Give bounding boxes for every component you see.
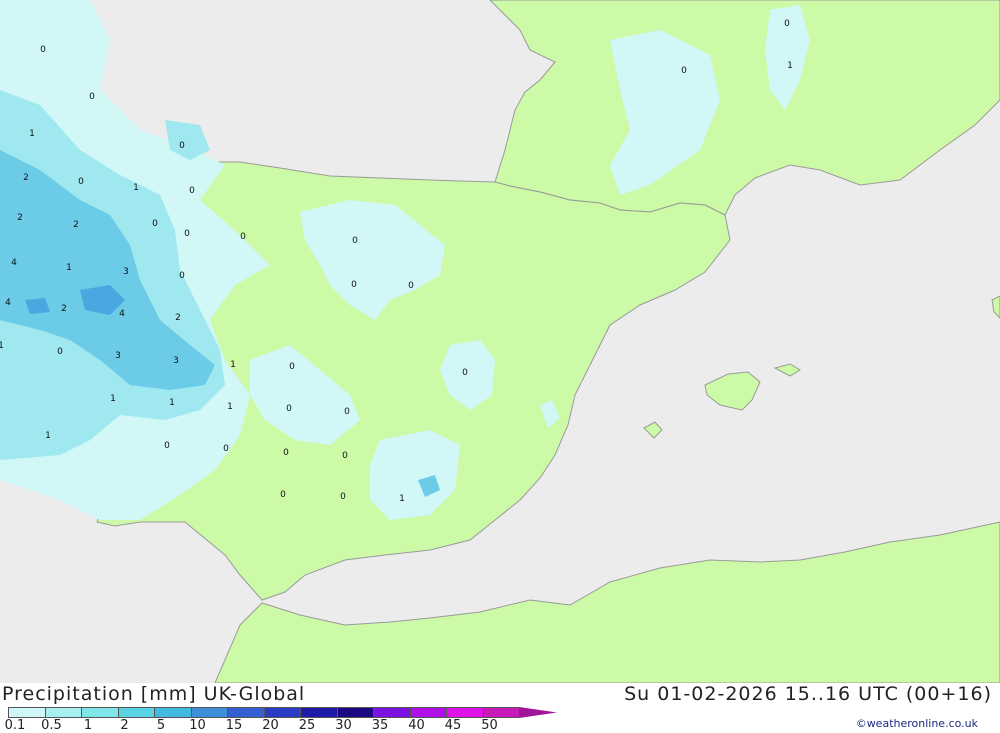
precip-value-label: 1 xyxy=(169,398,175,408)
precip-value-label: 0 xyxy=(40,45,46,55)
color-swatch xyxy=(263,707,300,718)
scale-tick-label: 35 xyxy=(371,718,389,733)
precip-value-label: 2 xyxy=(175,313,181,323)
scale-tick-label: 1 xyxy=(83,718,93,733)
scale-tick-label: 20 xyxy=(262,718,279,733)
precip-value-label: 0 xyxy=(78,177,84,187)
precip-value-label: 0 xyxy=(179,141,185,151)
legend-title: Precipitation [mm] UK-Global xyxy=(2,683,306,705)
precip-value-label: 1 xyxy=(110,394,116,404)
color-swatch xyxy=(117,707,154,718)
scale-tick-label: 40 xyxy=(408,718,425,733)
color-swatch xyxy=(44,707,81,718)
precip-value-label: 0 xyxy=(408,281,414,291)
precip-value-label: 2 xyxy=(17,213,23,223)
precip-value-label: 2 xyxy=(61,304,67,314)
color-swatch xyxy=(190,707,227,718)
precip-value-label: 0 xyxy=(286,404,292,414)
precip-value-label: 1 xyxy=(399,494,405,504)
forecast-timestamp: Su 01-02-2026 15..16 UTC (00+16) xyxy=(624,683,992,705)
precip-value-label: 1 xyxy=(0,341,4,351)
precip-value-label: 0 xyxy=(283,448,289,458)
color-swatch xyxy=(373,707,410,718)
precip-value-label: 0 xyxy=(57,347,63,357)
scale-tick-label: 0.1 xyxy=(4,718,26,733)
precip-value-label: 4 xyxy=(5,298,11,308)
precip-value-label: 2 xyxy=(23,173,29,183)
precip-value-label: 3 xyxy=(123,267,129,277)
precip-value-label: 0 xyxy=(89,92,95,102)
precip-value-label: 0 xyxy=(352,236,358,246)
precip-value-label: 1 xyxy=(230,360,236,370)
precip-value-label: 1 xyxy=(787,61,793,71)
precip-value-label: 0 xyxy=(681,66,687,76)
precip-value-label: 4 xyxy=(119,309,125,319)
precip-value-label: 0 xyxy=(351,280,357,290)
precip-value-label: 0 xyxy=(223,444,229,454)
color-swatch xyxy=(8,707,45,718)
precip-value-label: 1 xyxy=(66,263,72,273)
color-swatch xyxy=(336,707,373,718)
color-swatch xyxy=(227,707,264,718)
color-swatch xyxy=(81,707,118,718)
precip-value-label: 0 xyxy=(184,229,190,239)
scale-tick-label: 5 xyxy=(156,718,166,733)
precip-value-label: 0 xyxy=(342,451,348,461)
scale-tick-label: 50 xyxy=(481,718,498,733)
precip-value-label: 1 xyxy=(133,183,139,193)
precip-value-label: 1 xyxy=(227,402,233,412)
precip-value-label: 0 xyxy=(784,19,790,29)
scale-tick-label: 25 xyxy=(298,718,316,733)
precip-value-label: 0 xyxy=(189,186,195,196)
precipitation-map: 0 1 0 0 1 2 0 1 0 2 2 0 0 0 4 1 3 0 0 0 4 2 4 2 1 0 3 3 1 0 0 1 1 1 0 0 1 0 0 0… xyxy=(0,0,1000,683)
precip-value-label: 0 xyxy=(179,271,185,281)
color-swatch xyxy=(519,707,557,718)
color-swatch xyxy=(154,707,191,718)
precip-value-label: 4 xyxy=(11,258,17,268)
precip-value-label: 0 xyxy=(280,490,286,500)
scale-tick-label: 30 xyxy=(335,718,352,733)
precip-value-label: 0 xyxy=(240,232,246,242)
precip-value-label: 3 xyxy=(115,351,121,361)
precip-value-label: 0 xyxy=(289,362,295,372)
precip-value-label: 0 xyxy=(164,441,170,451)
color-swatch xyxy=(409,707,446,718)
precip-value-label: 0 xyxy=(462,368,468,378)
scale-tick-label: 45 xyxy=(444,718,462,733)
color-swatch xyxy=(300,707,337,718)
precip-value-label: 0 xyxy=(340,492,346,502)
precip-value-label: 1 xyxy=(45,431,51,441)
precip-value-label: 1 xyxy=(29,129,35,139)
precip-value-label: 3 xyxy=(173,356,179,366)
precip-value-label: 0 xyxy=(344,407,350,417)
precip-value-label: 2 xyxy=(73,220,79,230)
credit-link[interactable]: ©weatheronline.co.uk xyxy=(856,717,978,730)
color-swatch xyxy=(446,707,483,718)
scale-tick-label: 15 xyxy=(225,718,243,733)
color-swatch xyxy=(482,707,519,718)
scale-tick-label: 10 xyxy=(189,718,206,733)
scale-tick-label: 2 xyxy=(120,718,129,733)
scale-tick-label: 0.5 xyxy=(41,718,62,733)
precip-value-label: 0 xyxy=(152,219,158,229)
